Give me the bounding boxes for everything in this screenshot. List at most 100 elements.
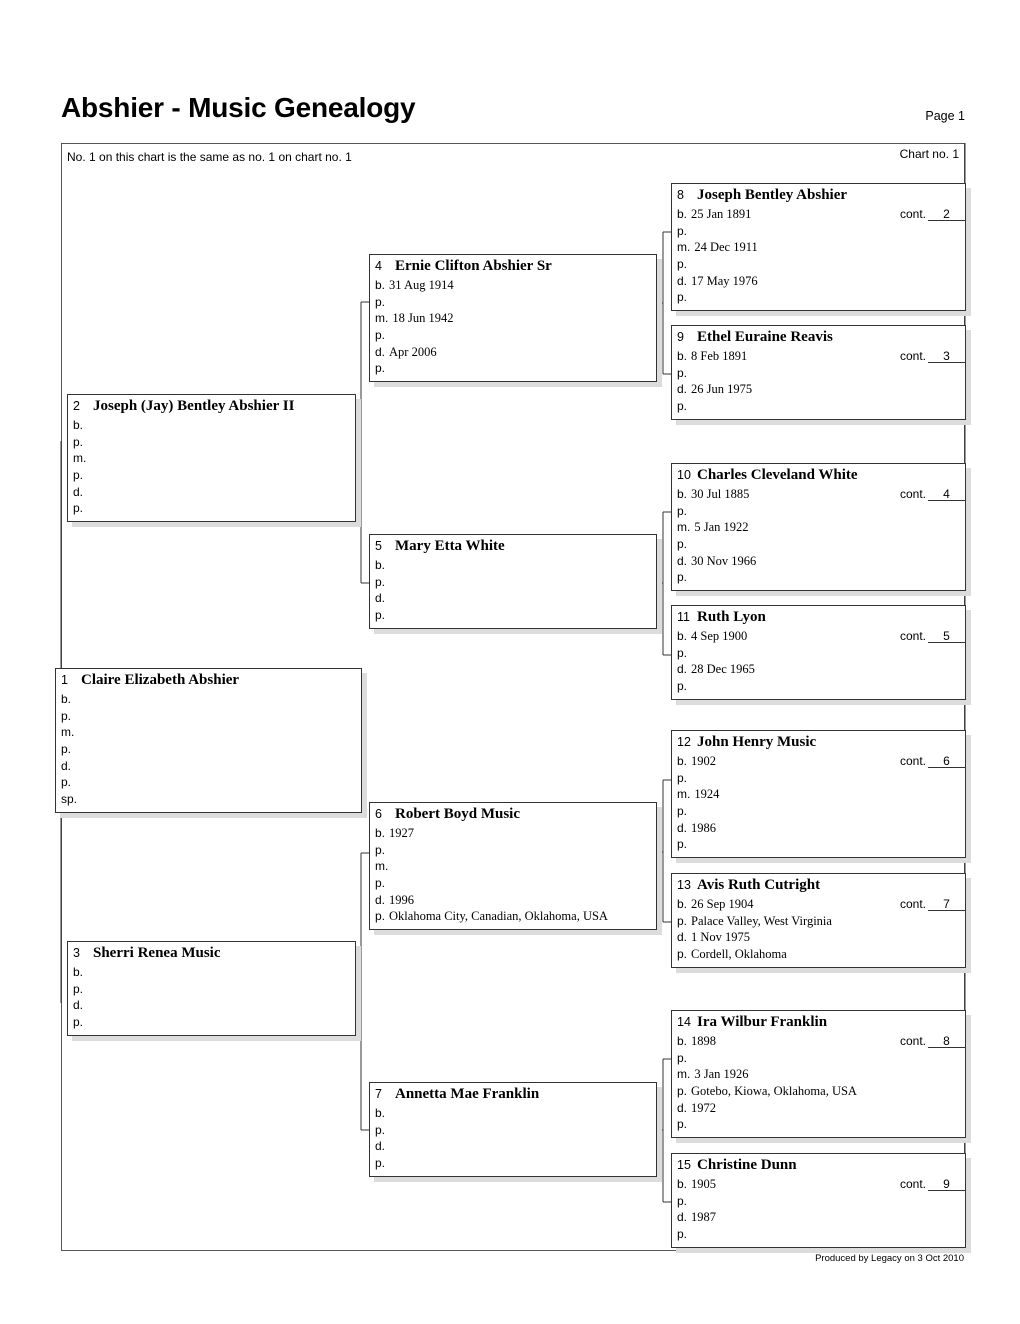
fact-label: p. — [677, 1084, 688, 1099]
fact-value: 30 Jul 1885 — [691, 487, 750, 501]
continuation-link[interactable]: cont. 6 — [900, 753, 965, 770]
person-box-3[interactable]: 3 Sherri Renea Music b. p. d. p. — [67, 941, 356, 1036]
cont-label: cont. — [899, 629, 926, 643]
fact-value: 30 Nov 1966 — [691, 553, 757, 568]
fact-label: d. — [677, 930, 688, 945]
cont-chart-number[interactable]: 8 — [928, 1035, 965, 1048]
person-number: 15 — [677, 1158, 691, 1172]
person-name[interactable]: Ernie Clifton Abshier Sr — [395, 258, 552, 275]
person-name[interactable]: Ethel Euraine Reavis — [697, 329, 833, 346]
page-title: Abshier - Music Genealogy — [61, 92, 416, 123]
person-box-14[interactable]: 14 Ira Wilbur Franklin b. 1898 cont. 8 p. m. … — [671, 1010, 966, 1138]
person-box-9[interactable]: 9 Ethel Euraine Reavis b. 8 Feb 1891 cont. 3… — [671, 325, 966, 420]
fact-label: p. — [677, 257, 688, 272]
continuation-link[interactable]: cont. 7 — [900, 896, 965, 913]
cont-chart-number[interactable]: 4 — [928, 488, 965, 501]
person-number: 14 — [677, 1015, 691, 1029]
person-name[interactable]: Joseph (Jay) Bentley Abshier II — [93, 398, 294, 415]
fact-label: d. — [375, 344, 386, 359]
person-box-13[interactable]: 13 Avis Ruth Cutright b. 26 Sep 1904 cont. 7… — [671, 873, 966, 968]
cont-chart-number[interactable]: 9 — [928, 1178, 965, 1191]
continuation-link[interactable]: cont. 4 — [900, 486, 965, 503]
person-fact-row: p. — [375, 294, 656, 311]
person-fact-row: d. — [73, 484, 355, 501]
fact-label: p. — [677, 1193, 688, 1208]
cont-chart-number[interactable]: 7 — [928, 898, 965, 911]
fact-value: 1898 — [691, 1034, 717, 1048]
person-fact-row: p. — [375, 327, 656, 344]
person-number: 8 — [677, 188, 684, 202]
continuation-link[interactable]: cont. 8 — [900, 1033, 965, 1050]
person-name[interactable]: Charles Cleveland White — [697, 467, 858, 484]
person-name[interactable]: Robert Boyd Music — [395, 806, 520, 823]
fact-label: p. — [375, 361, 386, 376]
person-number: 6 — [375, 807, 382, 821]
person-number: 1 — [61, 673, 68, 687]
continuation-link[interactable]: cont. 3 — [900, 348, 965, 365]
continuation-link[interactable]: cont. 5 — [900, 628, 965, 645]
person-name[interactable]: Annetta Mae Franklin — [395, 1086, 539, 1103]
cont-label: cont. — [899, 1034, 926, 1048]
fact-value: 31 Aug 1914 — [389, 278, 454, 292]
fact-value: Gotebo, Kiowa, Oklahoma, USA — [691, 1084, 857, 1099]
cont-label: cont. — [899, 754, 926, 768]
fact-label: b. — [375, 826, 386, 840]
person-fact-row: b. 1927 — [375, 825, 656, 842]
person-box-5[interactable]: 5 Mary Etta White b. p. d. p. — [369, 534, 657, 629]
continuation-link[interactable]: cont. 2 — [900, 206, 965, 223]
cont-chart-number[interactable]: 5 — [928, 630, 965, 643]
person-header: 7 Annetta Mae Franklin — [375, 1086, 656, 1105]
person-header: 2 Joseph (Jay) Bentley Abshier II — [73, 398, 355, 417]
person-name[interactable]: Claire Elizabeth Abshier — [81, 672, 239, 689]
person-box-12[interactable]: 12 John Henry Music b. 1902 cont. 6 p. m. 192… — [671, 730, 966, 858]
person-number: 11 — [677, 610, 690, 624]
fact-label: m. — [677, 1067, 691, 1082]
person-fact-row: b. 1905 cont. 9 — [677, 1176, 965, 1193]
fact-label: b. — [61, 692, 72, 706]
fact-value: 18 Jun 1942 — [392, 311, 454, 326]
person-box-8[interactable]: 8 Joseph Bentley Abshier b. 25 Jan 1891 con… — [671, 183, 966, 311]
person-fact-row: b. — [375, 1105, 656, 1122]
person-fact-row: p. — [677, 1193, 965, 1210]
person-box-4[interactable]: 4 Ernie Clifton Abshier Sr b. 31 Aug 1914 p… — [369, 254, 657, 382]
fact-label: p. — [677, 1050, 688, 1065]
person-name[interactable]: Ruth Lyon — [697, 609, 766, 626]
person-name[interactable]: Mary Etta White — [395, 538, 505, 555]
person-box-15[interactable]: 15 Christine Dunn b. 1905 cont. 9 p. d. 1987 p… — [671, 1153, 966, 1248]
person-header: 4 Ernie Clifton Abshier Sr — [375, 258, 656, 277]
person-number: 2 — [73, 399, 80, 413]
person-box-10[interactable]: 10 Charles Cleveland White b. 30 Jul 1885 c… — [671, 463, 966, 591]
fact-label: p. — [73, 434, 84, 449]
person-name[interactable]: John Henry Music — [697, 734, 816, 751]
fact-label: p. — [375, 1156, 386, 1171]
fact-label: p. — [677, 770, 688, 785]
fact-label: p. — [677, 537, 688, 552]
person-header: 6 Robert Boyd Music — [375, 806, 656, 825]
person-name[interactable]: Joseph Bentley Abshier — [697, 187, 847, 204]
person-box-6[interactable]: 6 Robert Boyd Music b. 1927 p. m. p. d. 199… — [369, 802, 657, 930]
person-name[interactable]: Sherri Renea Music — [93, 945, 220, 962]
fact-label: p. — [677, 223, 688, 238]
person-fact-row: p. — [677, 536, 965, 553]
person-box-11[interactable]: 11 Ruth Lyon b. 4 Sep 1900 cont. 5 p. d. 28 D… — [671, 605, 966, 700]
person-name[interactable]: Ira Wilbur Franklin — [697, 1014, 827, 1031]
fact-label: b. — [677, 629, 688, 643]
fact-value: 1905 — [691, 1177, 717, 1191]
cont-chart-number[interactable]: 2 — [928, 208, 965, 221]
fact-label: d. — [73, 998, 84, 1013]
cont-label: cont. — [899, 207, 926, 221]
cont-chart-number[interactable]: 6 — [928, 755, 965, 768]
person-box-1[interactable]: 1 Claire Elizabeth Abshier b. p. m. p. d. … — [55, 668, 362, 813]
continuation-link[interactable]: cont. 9 — [900, 1176, 965, 1193]
fact-label: p. — [677, 1227, 688, 1242]
cont-chart-number[interactable]: 3 — [928, 350, 965, 363]
person-fact-row: b. 8 Feb 1891 cont. 3 — [677, 348, 965, 365]
fact-label: sp. — [61, 792, 78, 807]
person-name[interactable]: Avis Ruth Cutright — [697, 877, 820, 894]
person-fact-row: b. 31 Aug 1914 — [375, 277, 656, 294]
fact-label: p. — [677, 913, 688, 928]
person-number: 5 — [375, 539, 382, 553]
person-box-2[interactable]: 2 Joseph (Jay) Bentley Abshier II b. p. m.… — [67, 394, 356, 522]
person-box-7[interactable]: 7 Annetta Mae Franklin b. p. d. p. — [369, 1082, 657, 1177]
person-name[interactable]: Christine Dunn — [697, 1157, 797, 1174]
